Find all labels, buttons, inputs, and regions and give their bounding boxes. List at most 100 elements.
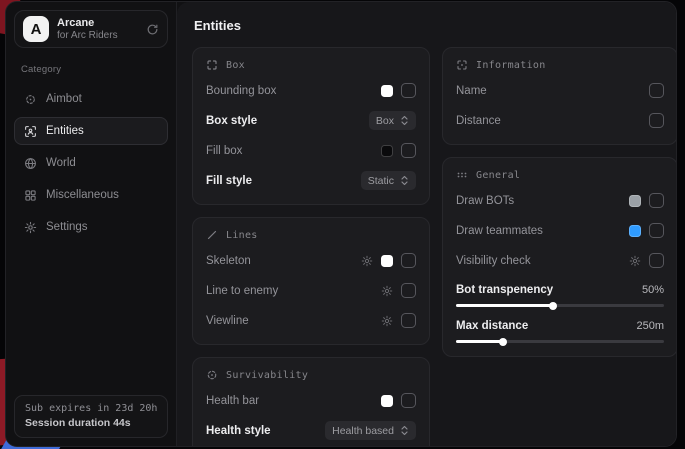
gear-icon[interactable] xyxy=(381,285,393,297)
info-scan-icon xyxy=(456,59,468,71)
slider-bot-transparency: Bot transpenency 50% xyxy=(456,281,664,307)
card-survivability-header: Survivability xyxy=(206,369,416,381)
app-subtitle: for Arc Riders xyxy=(57,30,138,42)
checkbox[interactable] xyxy=(401,83,416,98)
color-swatch[interactable] xyxy=(381,145,393,157)
setting-label: Box style xyxy=(206,115,257,127)
column-right: Information Name Distance xyxy=(442,47,677,357)
setting-label: Visibility check xyxy=(456,255,531,267)
slider-thumb[interactable] xyxy=(549,302,557,310)
setting-row-draw-bots: Draw BOTs xyxy=(456,190,664,211)
chevron-up-down-icon xyxy=(400,115,409,126)
checkbox[interactable] xyxy=(649,223,664,238)
setting-row-viewline: Viewline xyxy=(206,310,416,331)
slider-track[interactable] xyxy=(456,304,664,307)
select-value: Static xyxy=(368,175,394,187)
gear-icon[interactable] xyxy=(361,255,373,267)
sub-expiry-text: Sub expires in 23d 20h xyxy=(25,403,157,414)
setting-row-health-bar: Health bar xyxy=(206,390,416,411)
checkbox[interactable] xyxy=(649,83,664,98)
card-box: Box Bounding box Box style Box xyxy=(192,47,430,205)
setting-label: Health style xyxy=(206,425,271,437)
sidebar-item-label: Settings xyxy=(46,221,88,233)
color-swatch[interactable] xyxy=(381,255,393,267)
dots-grid-icon xyxy=(456,169,468,181)
setting-row-line-to-enemy: Line to enemy xyxy=(206,280,416,301)
sidebar-item-entities[interactable]: Entities xyxy=(14,117,168,145)
sidebar-item-label: Entities xyxy=(46,125,84,137)
fill-style-select[interactable]: Static xyxy=(361,171,416,190)
column-left: Box Bounding box Box style Box xyxy=(192,47,430,447)
setting-row-skeleton: Skeleton xyxy=(206,250,416,271)
globe-icon xyxy=(24,157,37,170)
setting-label: Viewline xyxy=(206,315,249,327)
slider-track[interactable] xyxy=(456,340,664,343)
color-swatch[interactable] xyxy=(629,195,641,207)
chevron-up-down-icon xyxy=(400,425,409,436)
card-general-header: General xyxy=(456,169,664,181)
checkbox[interactable] xyxy=(401,393,416,408)
gear-icon[interactable] xyxy=(381,315,393,327)
card-lines-header: Lines xyxy=(206,229,416,241)
card-information: Information Name Distance xyxy=(442,47,677,145)
card-title: Box xyxy=(226,60,245,71)
app-header-text: Arcane for Arc Riders xyxy=(57,17,138,41)
gear-icon[interactable] xyxy=(629,255,641,267)
color-swatch[interactable] xyxy=(381,395,393,407)
select-value: Box xyxy=(376,115,394,127)
setting-label: Skeleton xyxy=(206,255,251,267)
person-scan-icon xyxy=(24,125,37,138)
sidebar-item-aimbot[interactable]: Aimbot xyxy=(14,85,168,113)
category-label: Category xyxy=(21,64,168,75)
checkbox[interactable] xyxy=(401,283,416,298)
layout-grid-icon xyxy=(24,189,37,202)
diagonal-line-icon xyxy=(206,229,218,241)
chevron-up-down-icon xyxy=(400,175,409,186)
setting-label: Health bar xyxy=(206,395,259,407)
slider-thumb[interactable] xyxy=(499,338,507,346)
app-window: A Arcane for Arc Riders Category Aimbot xyxy=(5,1,677,447)
checkbox[interactable] xyxy=(649,113,664,128)
setting-row-draw-teammates: Draw teammates xyxy=(456,220,664,241)
setting-label: Fill style xyxy=(206,175,252,187)
slider-max-distance: Max distance 250m xyxy=(456,317,664,343)
card-title: Survivability xyxy=(226,370,308,381)
setting-label: Draw BOTs xyxy=(456,195,514,207)
slider-value: 50% xyxy=(642,284,664,296)
card-title: Lines xyxy=(226,230,258,241)
page-title: Entities xyxy=(194,18,677,33)
box-brackets-icon xyxy=(206,59,218,71)
sidebar: A Arcane for Arc Riders Category Aimbot xyxy=(6,2,177,446)
refresh-icon[interactable] xyxy=(146,23,159,36)
sidebar-item-label: Miscellaneous xyxy=(46,189,119,201)
app-name: Arcane xyxy=(57,17,138,30)
sidebar-item-label: Aimbot xyxy=(46,93,82,105)
sidebar-item-miscellaneous[interactable]: Miscellaneous xyxy=(14,181,168,209)
setting-row-fill-box: Fill box xyxy=(206,140,416,161)
setting-row-visibility-check: Visibility check xyxy=(456,250,664,271)
checkbox[interactable] xyxy=(401,253,416,268)
health-style-select[interactable]: Health based xyxy=(325,421,416,440)
setting-row-health-style: Health style Health based xyxy=(206,420,416,441)
sidebar-item-settings[interactable]: Settings xyxy=(14,213,168,241)
setting-label: Name xyxy=(456,85,487,97)
checkbox[interactable] xyxy=(401,143,416,158)
checkbox[interactable] xyxy=(401,313,416,328)
color-swatch[interactable] xyxy=(381,85,393,97)
session-duration-text: Session duration 44s xyxy=(25,417,157,429)
card-survivability: Survivability Health bar Health style He… xyxy=(192,357,430,447)
setting-row-box-style: Box style Box xyxy=(206,110,416,131)
sidebar-item-world[interactable]: World xyxy=(14,149,168,177)
slider-label: Max distance xyxy=(456,320,528,332)
app-header-card: A Arcane for Arc Riders xyxy=(14,10,168,48)
checkbox[interactable] xyxy=(649,253,664,268)
box-style-select[interactable]: Box xyxy=(369,111,416,130)
setting-row-bounding-box: Bounding box xyxy=(206,80,416,101)
card-lines: Lines Skeleton xyxy=(192,217,430,345)
setting-label: Draw teammates xyxy=(456,225,543,237)
card-information-header: Information xyxy=(456,59,664,71)
gear-icon xyxy=(24,221,37,234)
checkbox[interactable] xyxy=(649,193,664,208)
color-swatch[interactable] xyxy=(629,225,641,237)
card-general: General Draw BOTs Draw teammates xyxy=(442,157,677,357)
